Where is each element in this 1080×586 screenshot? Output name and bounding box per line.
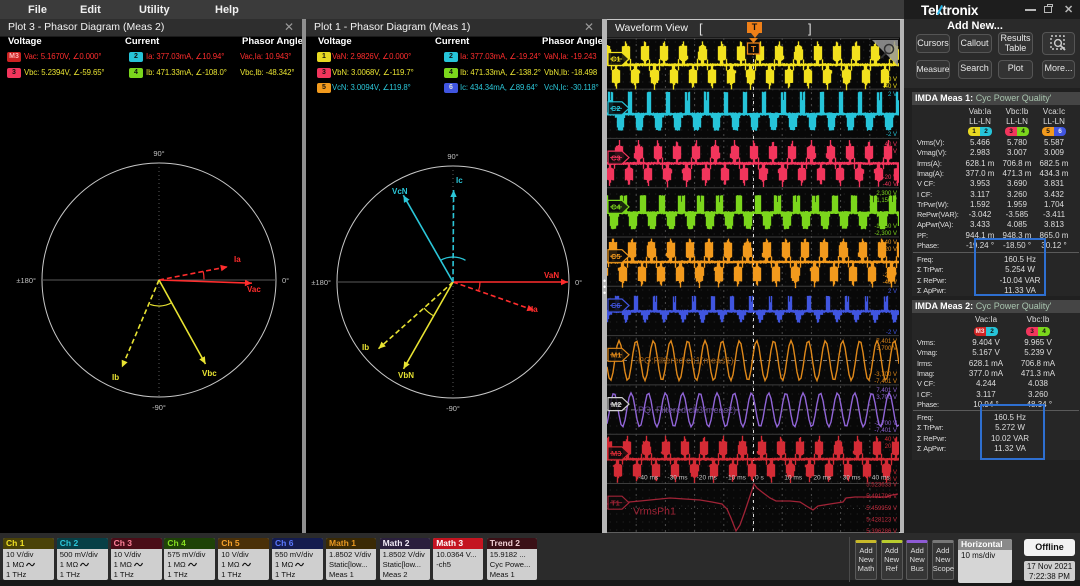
svg-text:-90°: -90°	[446, 404, 460, 413]
svg-text:-40 V: -40 V	[883, 182, 897, 188]
svg-text:-40 V: -40 V	[883, 280, 897, 286]
svg-text:3,700 V: 3,700 V	[876, 346, 897, 352]
svg-text:-1,150 V: -1,150 V	[874, 224, 897, 230]
svg-text:-20 V: -20 V	[883, 273, 897, 279]
svg-text:90°: 90°	[153, 149, 164, 158]
svg-text:-20 V: -20 V	[883, 77, 897, 83]
svg-text:0°: 0°	[282, 276, 289, 285]
svg-text:7,401 V: 7,401 V	[876, 388, 897, 394]
svg-text:Vbc: Vbc	[202, 369, 217, 378]
svg-text:±180°: ±180°	[311, 278, 331, 287]
svg-text:-90°: -90°	[152, 403, 166, 412]
svg-text:Ib: Ib	[112, 373, 119, 382]
svg-text:0 s: 0 s	[755, 475, 764, 482]
svg-text:VaN: VaN	[544, 271, 559, 280]
svg-text:40 V: 40 V	[885, 240, 897, 246]
svg-text:VcN: VcN	[392, 187, 408, 196]
svg-text:20 V: 20 V	[885, 444, 897, 450]
svg-text:-2,300 V: -2,300 V	[874, 231, 897, 237]
svg-text:20 V: 20 V	[885, 247, 897, 253]
svg-text:-30 ms: -30 ms	[667, 475, 688, 482]
svg-text:1,150 V: 1,150 V	[876, 198, 897, 204]
svg-text:10 ms: 10 ms	[784, 475, 803, 482]
svg-text:Ia: Ia	[531, 305, 538, 314]
svg-text:3,700 V: 3,700 V	[876, 395, 897, 401]
svg-text:-2 V: -2 V	[886, 132, 897, 138]
svg-text:40 V: 40 V	[885, 142, 897, 148]
svg-text:VrmsPh1: VrmsPh1	[633, 506, 676, 518]
svg-text:-20 ms: -20 ms	[697, 475, 718, 482]
svg-text:Vac: Vac	[247, 285, 261, 294]
svg-text:2,300 V: 2,300 V	[876, 191, 897, 197]
svg-text:5.523633 V: 5.523633 V	[866, 483, 897, 489]
svg-text:-3,700 V: -3,700 V	[874, 421, 897, 427]
svg-text:T: T	[751, 44, 757, 54]
svg-text:-20 V: -20 V	[883, 175, 897, 181]
svg-text:0°: 0°	[575, 278, 582, 287]
svg-text:-7,401 V: -7,401 V	[874, 379, 897, 385]
svg-text:-10 ms: -10 ms	[726, 475, 747, 482]
svg-text:-40 ms: -40 ms	[638, 475, 659, 482]
svg-text:Ib: Ib	[362, 343, 369, 352]
svg-text:2 V: 2 V	[888, 92, 897, 98]
svg-text:-2 V: -2 V	[886, 330, 897, 336]
svg-text:2 V: 2 V	[888, 289, 897, 295]
svg-text:-3,700 V: -3,700 V	[874, 372, 897, 378]
svg-text:-PQ:Filtered ch1(meas1)-: -PQ:Filtered ch1(meas1)-	[635, 356, 737, 366]
svg-text:5.428123 V: 5.428123 V	[866, 518, 897, 524]
svg-text:5.491796 V: 5.491796 V	[866, 494, 897, 500]
svg-text:40 V: 40 V	[885, 437, 897, 443]
svg-text:7,401 V: 7,401 V	[876, 339, 897, 345]
svg-text:Ia: Ia	[234, 255, 241, 264]
svg-text:Ic: Ic	[456, 176, 463, 185]
svg-text:90°: 90°	[447, 152, 458, 161]
svg-text:30 ms: 30 ms	[843, 475, 862, 482]
svg-text:20 ms: 20 ms	[813, 475, 832, 482]
svg-text:-40 V: -40 V	[883, 84, 897, 90]
svg-text:-7,401 V: -7,401 V	[874, 428, 897, 434]
svg-text:40 ms: 40 ms	[872, 475, 891, 482]
svg-text:-PQ: Filtered ch3(meas2)-: -PQ: Filtered ch3(meas2)-	[635, 405, 739, 415]
svg-text:±180°: ±180°	[16, 276, 36, 285]
svg-text:5.459959 V: 5.459959 V	[866, 506, 897, 512]
svg-text:20 V: 20 V	[885, 149, 897, 155]
svg-text:VbN: VbN	[398, 371, 414, 380]
